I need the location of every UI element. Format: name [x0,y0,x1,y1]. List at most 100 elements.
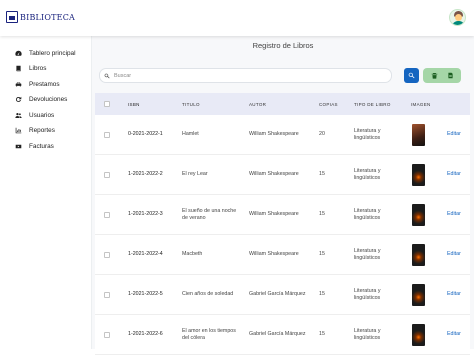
type-cell: Literatura y lingüísticos [354,127,381,141]
row-checkbox[interactable] [104,251,110,258]
main-content: Registro de Libros ISBN TITULO AUTOR COP… [92,36,474,355]
sidebar-item-label: Reportes [29,126,55,134]
app-logo[interactable]: BIBLIOTECA [6,11,75,23]
sidebar-item-prestamos[interactable]: Prestamos [15,78,60,90]
type-cell: Literatura y lingüísticos [354,287,381,301]
edit-link[interactable]: Editar [447,211,461,218]
sidebar-item-label: Facturas [29,142,54,150]
isbn-cell: 1-2021-2022-2 [128,171,163,177]
type-cell: Literatura y lingüísticos [354,327,381,341]
video-icon [15,144,22,148]
search-bar[interactable] [99,68,392,83]
copies-cell: 15 [319,331,325,337]
table-row: 0-2021-2022-1 Hamlet William Shakespeare 20… [95,115,470,155]
column-header-tipo[interactable]: TIPO DE LIBRO [354,101,402,108]
author-cell: William Shakespeare [249,251,299,257]
book-icon [16,65,21,71]
title-cell: Cien años de soledad [182,291,234,297]
book-cover-image [412,243,425,266]
book-cover-image [412,323,425,346]
select-all-checkbox[interactable] [104,101,110,107]
edit-link[interactable]: Editar [447,291,461,298]
row-checkbox[interactable] [104,171,110,178]
chart-icon [15,127,22,133]
sidebar-item-usuarios[interactable]: Usuarios [15,109,54,121]
author-cell: William Shakespeare [249,131,299,137]
action-button-group [423,68,461,83]
sidebar: Tablero principal Libros Prestamos Devol… [0,36,92,349]
isbn-cell: 1-2021-2022-5 [128,291,163,297]
sidebar-item-tablero[interactable]: Tablero principal [15,47,76,59]
author-cell: Gabriel García Márquez [249,291,306,297]
search-icon [408,72,415,79]
book-cover-image [412,123,425,146]
copies-cell: 15 [319,171,325,177]
edit-link[interactable]: Editar [447,251,461,258]
table-row: 1-2021-2022-6 El amor en los tiempos del … [95,315,470,355]
sidebar-item-label: Libros [29,64,47,72]
title-cell: El rey Lear [182,171,208,177]
library-logo-icon [6,11,18,23]
type-cell: Literatura y lingüísticos [354,167,381,181]
column-header-titulo[interactable]: TITULO [182,101,242,108]
book-cover-image [412,163,425,186]
copies-cell: 15 [319,251,325,257]
car-icon [15,81,22,87]
title-cell: Hamlet [182,131,199,137]
column-header-imagen: IMAGEN [411,101,431,107]
users-icon [15,112,22,118]
table-row: 1-2021-2022-5 Cien años de soledad Gabriel… [95,275,470,315]
top-bar: BIBLIOTECA [0,0,474,36]
dashboard-icon [15,50,22,56]
spreadsheet-icon[interactable] [447,72,454,79]
column-header-isbn[interactable]: ISBN [128,101,140,108]
table-row: 1-2021-2022-3 El sueño de una noche de ve… [95,195,470,235]
sidebar-item-reportes[interactable]: Reportes [15,124,55,136]
isbn-cell: 1-2021-2022-6 [128,331,163,337]
edit-link[interactable]: Editar [447,171,461,178]
type-cell: Literatura y lingüísticos [354,247,381,261]
table-header: ISBN TITULO AUTOR COPIAS TIPO DE LIBRO I… [95,93,470,115]
refresh-icon [16,96,22,102]
delete-icon[interactable] [431,72,438,79]
book-cover-image [412,283,425,306]
search-input[interactable] [114,72,374,79]
title-cell: Macbeth [182,251,203,257]
sidebar-item-label: Devoluciones [29,95,68,103]
page-title: Registro de Libros [252,41,314,50]
copies-cell: 20 [319,131,325,137]
sidebar-item-label: Tablero principal [29,49,76,57]
search-button[interactable] [404,68,419,83]
row-checkbox[interactable] [104,331,110,338]
sidebar-item-label: Prestamos [29,80,60,88]
edit-link[interactable]: Editar [447,131,461,138]
isbn-cell: 1-2021-2022-4 [128,251,163,257]
type-cell: Literatura y lingüísticos [354,207,381,221]
author-cell: William Shakespeare [249,211,299,217]
isbn-cell: 1-2021-2022-3 [128,211,163,217]
column-header-copias[interactable]: COPIAS [319,101,338,108]
sidebar-item-label: Usuarios [29,111,55,119]
sidebar-item-libros[interactable]: Libros [15,62,46,74]
title-cell: El sueño de una noche de verano [182,207,237,221]
copies-cell: 15 [319,291,325,297]
avatar[interactable] [449,9,466,26]
column-header-autor[interactable]: AUTOR [249,101,309,108]
edit-link[interactable]: Editar [447,331,461,338]
row-checkbox[interactable] [104,211,110,218]
row-checkbox[interactable] [104,131,110,138]
book-cover-image [412,203,425,226]
sidebar-item-facturas[interactable]: Facturas [15,140,54,152]
table-row: 1-2021-2022-2 El rey Lear William Shakespe… [95,155,470,195]
logo-text: BIBLIOTECA [20,12,76,22]
sidebar-item-devoluciones[interactable]: Devoluciones [15,93,67,105]
copies-cell: 15 [319,211,325,217]
author-cell: Gabriel García Márquez [249,331,306,337]
table-row: 1-2021-2022-4 Macbeth William Shakespeare 1… [95,235,470,275]
books-table: ISBN TITULO AUTOR COPIAS TIPO DE LIBRO I… [95,93,470,355]
isbn-cell: 0-2021-2022-1 [128,131,163,137]
row-checkbox[interactable] [104,291,110,298]
search-icon [104,73,110,78]
author-cell: William Shakespeare [249,171,299,177]
title-cell: El amor en los tiempos del cólera [182,327,236,341]
